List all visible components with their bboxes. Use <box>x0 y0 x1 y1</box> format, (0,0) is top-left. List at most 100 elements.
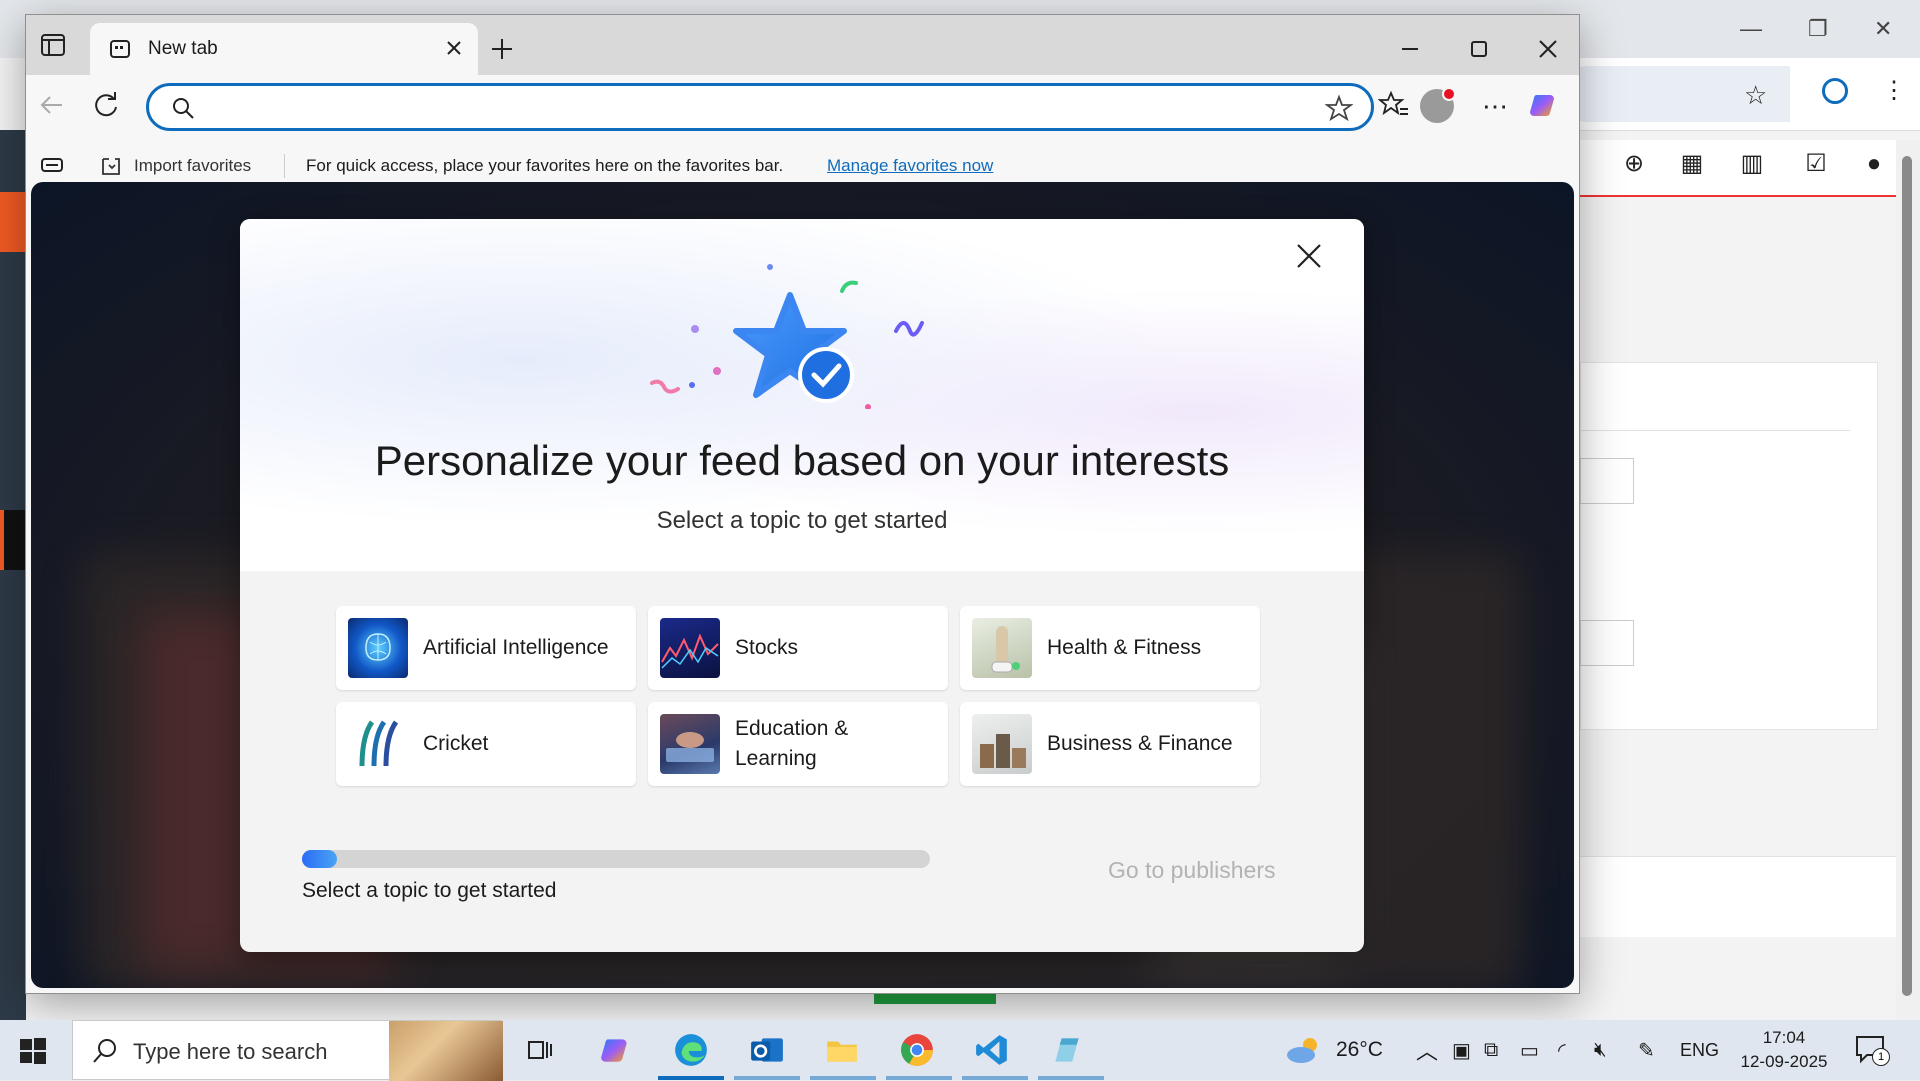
topic-label: Business & Finance <box>1047 732 1233 755</box>
background-form-card <box>1580 362 1878 730</box>
topic-label: Health & Fitness <box>1047 636 1202 659</box>
weather-widget[interactable]: 26°C <box>1284 1020 1383 1080</box>
topic-card-education-learning[interactable]: Education & Learning <box>648 702 948 786</box>
tab-close-icon[interactable] <box>440 34 468 62</box>
coins-icon <box>972 714 1032 774</box>
battery-icon[interactable]: ▭ <box>1520 1020 1539 1080</box>
refresh-icon[interactable] <box>90 89 122 121</box>
language-indicator[interactable]: ENG <box>1680 1020 1719 1080</box>
copilot-taskbar-icon[interactable] <box>594 1028 638 1072</box>
profile-alert-dot <box>1442 87 1456 101</box>
background-divider <box>1580 430 1850 431</box>
edge-taskbar-icon[interactable] <box>669 1028 713 1072</box>
file-explorer-taskbar-icon[interactable] <box>820 1028 864 1072</box>
chrome-taskbar-icon[interactable] <box>895 1028 939 1072</box>
more-options-icon[interactable]: ⋯ <box>1482 91 1510 122</box>
address-search-icon <box>173 98 194 119</box>
favorites-bar: Import favorites For quick access, place… <box>26 146 1579 186</box>
dialog-close-icon[interactable] <box>1292 239 1326 273</box>
maximize-icon[interactable] <box>1465 35 1493 63</box>
background-profile-icon[interactable] <box>1822 78 1848 104</box>
new-tab-favicon-icon <box>110 40 130 58</box>
tab-actions-icon[interactable] <box>38 30 68 60</box>
topic-label: Stocks <box>735 636 799 659</box>
topic-card-artificial-intelligence[interactable]: Artificial Intelligence <box>336 606 636 690</box>
outlook-running-indicator <box>734 1076 800 1080</box>
background-more-icon[interactable]: ⋮ <box>1882 76 1906 105</box>
background-restore-icon[interactable]: ❐ <box>1808 16 1828 42</box>
topic-card-cricket[interactable]: Cricket <box>336 702 636 786</box>
background-input-field[interactable] <box>1580 458 1634 504</box>
taskbar-search-placeholder: Type here to search <box>133 1039 328 1064</box>
tray-overflow-chevron-icon[interactable]: ︿ <box>1416 1020 1438 1080</box>
clock-time: 17:04 <box>1762 1028 1806 1047</box>
topic-card-health-fitness[interactable]: Health & Fitness <box>960 606 1260 690</box>
user-icon[interactable]: ● <box>1860 150 1888 178</box>
topic-label: Cricket <box>423 732 489 755</box>
reading-list-icon[interactable] <box>40 157 64 175</box>
notification-center-icon[interactable]: 1 <box>1854 1034 1890 1066</box>
clock-date: 12-09-2025 <box>1740 1052 1828 1071</box>
education-icon <box>660 714 720 774</box>
sidebar-orange-item[interactable] <box>0 192 26 252</box>
background-app-toolbar: ⊕ ▦ ▥ ☑ ● <box>1580 140 1900 197</box>
bar-chart-icon[interactable]: ▥ <box>1738 150 1766 178</box>
display-icon[interactable]: ⧉ <box>1484 1020 1498 1080</box>
cricket-logo-icon <box>348 714 408 774</box>
topic-card-stocks[interactable]: Stocks <box>648 606 948 690</box>
progress-label: Select a topic to get started <box>302 879 557 902</box>
vscode-taskbar-icon[interactable] <box>970 1028 1014 1072</box>
volume-muted-icon[interactable]: 🔇︎ <box>1594 1020 1607 1080</box>
address-input[interactable] <box>209 92 1313 124</box>
new-tab-plus-icon[interactable] <box>488 35 516 63</box>
navigation-bar: ⋯ <box>26 75 1579 151</box>
background-left-sidebar <box>0 130 30 1020</box>
background-scrollbar[interactable] <box>1896 140 1920 1020</box>
tab-strip: New tab <box>26 15 1579 75</box>
add-circle-icon[interactable]: ⊕ <box>1620 150 1648 178</box>
tab-title: New tab <box>148 38 218 59</box>
topic-card-business-finance[interactable]: Business & Finance <box>960 702 1260 786</box>
import-favorites-icon[interactable] <box>100 156 122 176</box>
back-arrow-icon[interactable] <box>36 89 68 121</box>
manage-favorites-link[interactable]: Manage favorites now <box>827 156 993 176</box>
dialog-subline: Select a topic to get started <box>656 507 948 534</box>
search-highlight-art[interactable] <box>389 1021 503 1081</box>
taskbar-search-icon <box>93 1039 116 1063</box>
star-check-illustration-icon <box>650 264 924 409</box>
background-star-icon[interactable]: ☆ <box>1744 80 1767 111</box>
edge-browser-window: New tab ⋯ Import favorites For quick acc… <box>26 15 1579 993</box>
progress-bar <box>302 850 930 868</box>
windows-taskbar: Type here to search 26°C ︿ ▣ ⧉ ▭ ◜ 🔇︎ ✎ … <box>0 1020 1920 1081</box>
checkbox-icon[interactable]: ☑ <box>1802 150 1830 178</box>
fitness-icon <box>972 618 1032 678</box>
copilot-icon[interactable] <box>1528 89 1560 121</box>
minimize-icon[interactable] <box>1396 35 1424 63</box>
meet-now-icon[interactable]: ▣ <box>1452 1020 1471 1080</box>
profile-avatar[interactable] <box>1420 87 1456 123</box>
background-close-icon[interactable]: ✕ <box>1874 16 1892 42</box>
background-minimize-icon[interactable]: — <box>1740 16 1762 42</box>
wifi-icon[interactable]: ◜ <box>1558 1020 1566 1080</box>
taskbar-clock[interactable]: 17:04 12-09-2025 <box>1736 1026 1832 1074</box>
go-to-publishers-button[interactable]: Go to publishers <box>1108 857 1275 884</box>
weather-temperature: 26°C <box>1336 1038 1383 1061</box>
calendar-icon[interactable]: ▦ <box>1678 150 1706 178</box>
background-input-field-2[interactable] <box>1580 620 1634 666</box>
tab-new-tab[interactable]: New tab <box>90 23 478 75</box>
address-bar[interactable] <box>146 83 1374 131</box>
outlook-taskbar-icon[interactable] <box>745 1028 789 1072</box>
favorites-icon[interactable] <box>1378 89 1410 121</box>
background-scrollbar-thumb[interactable] <box>1902 156 1912 996</box>
windows-start-icon[interactable] <box>18 1036 48 1066</box>
task-view-icon[interactable] <box>518 1028 562 1072</box>
pen-icon[interactable]: ✎ <box>1638 1020 1655 1080</box>
import-favorites-button[interactable]: Import favorites <box>134 156 251 176</box>
topic-label: Education & Learning <box>735 717 849 770</box>
notepad-taskbar-icon[interactable] <box>1045 1028 1089 1072</box>
weather-cloud-sun-icon <box>1287 1038 1317 1063</box>
favorites-hint-text: For quick access, place your favorites h… <box>306 156 784 175</box>
favorite-star-icon[interactable] <box>1325 94 1353 122</box>
close-window-icon[interactable] <box>1534 35 1562 63</box>
taskbar-search-box[interactable]: Type here to search <box>72 1020 503 1081</box>
